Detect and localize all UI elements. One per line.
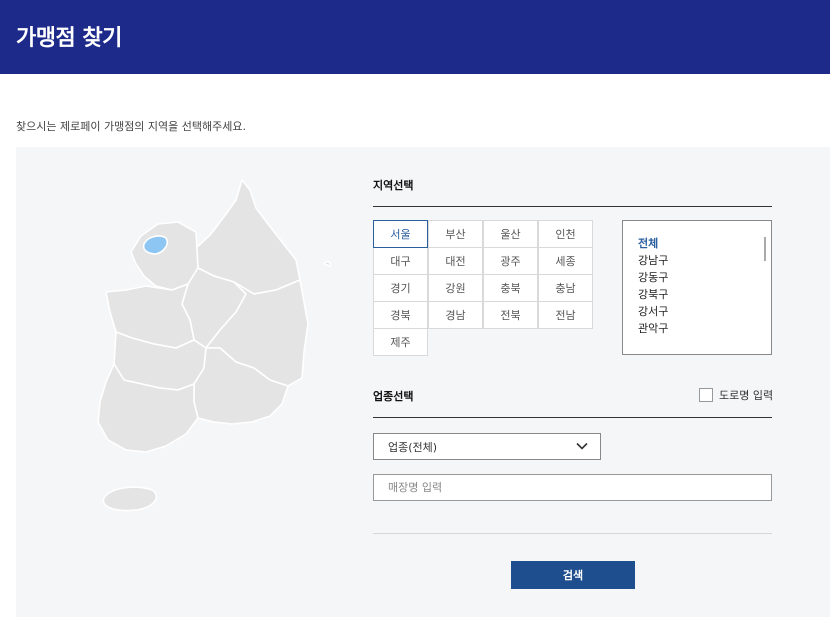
district-item-all[interactable]: 전체 bbox=[638, 235, 771, 252]
search-button[interactable]: 검색 bbox=[511, 561, 635, 589]
category-select-value: 업종(전체) bbox=[388, 440, 438, 454]
business-section-title: 업종선택 bbox=[373, 390, 414, 403]
page-header: 가맹점 찾기 bbox=[0, 0, 830, 74]
city-button-chungnam[interactable]: 충남 bbox=[538, 274, 593, 302]
search-panel: 지역선택 서울 부산 울산 인천 대구 대전 광주 세종 경기 강원 충북 충남… bbox=[16, 147, 830, 617]
region-divider bbox=[373, 206, 772, 207]
city-button-seoul[interactable]: 서울 bbox=[373, 220, 428, 248]
road-name-checkbox[interactable] bbox=[699, 388, 713, 402]
city-button-ulsan[interactable]: 울산 bbox=[483, 220, 538, 248]
district-list[interactable]: 전체 강남구 강동구 강북구 강서구 관악구 bbox=[622, 220, 772, 355]
city-button-daejeon[interactable]: 대전 bbox=[428, 247, 483, 275]
district-item-gwanak[interactable]: 관악구 bbox=[638, 320, 771, 337]
region-section-title: 지역선택 bbox=[373, 179, 414, 192]
map-region-gyeonggi bbox=[130, 221, 199, 291]
form-divider bbox=[373, 533, 772, 534]
chevron-down-icon bbox=[576, 442, 588, 450]
city-button-gyeongnam[interactable]: 경남 bbox=[428, 301, 483, 329]
city-button-sejong[interactable]: 세종 bbox=[538, 247, 593, 275]
city-button-gyeongbuk[interactable]: 경북 bbox=[373, 301, 428, 329]
city-button-incheon[interactable]: 인천 bbox=[538, 220, 593, 248]
map-region-ulleung bbox=[323, 261, 332, 267]
district-item-gangnam[interactable]: 강남구 bbox=[638, 252, 771, 269]
district-item-gangbuk[interactable]: 강북구 bbox=[638, 286, 771, 303]
city-button-busan[interactable]: 부산 bbox=[428, 220, 483, 248]
city-button-gangwon[interactable]: 강원 bbox=[428, 274, 483, 302]
district-item-gangseo[interactable]: 강서구 bbox=[638, 303, 771, 320]
road-name-label: 도로명 입력 bbox=[719, 389, 774, 402]
business-divider bbox=[373, 417, 772, 418]
intro-text: 찾으시는 제로페이 가맹점의 지역을 선택해주세요. bbox=[16, 120, 247, 133]
page-title: 가맹점 찾기 bbox=[16, 26, 122, 51]
city-button-gyeonggi[interactable]: 경기 bbox=[373, 274, 428, 302]
category-select[interactable]: 업종(전체) bbox=[373, 433, 601, 460]
city-button-jeju[interactable]: 제주 bbox=[373, 328, 428, 356]
korea-map[interactable] bbox=[86, 172, 336, 532]
city-button-chungbuk[interactable]: 충북 bbox=[483, 274, 538, 302]
city-button-jeonnam[interactable]: 전남 bbox=[538, 301, 593, 329]
map-region-jeju bbox=[102, 486, 158, 512]
district-scrollbar[interactable] bbox=[764, 237, 766, 261]
city-button-jeonbuk[interactable]: 전북 bbox=[483, 301, 538, 329]
city-button-gwangju[interactable]: 광주 bbox=[483, 247, 538, 275]
store-name-input[interactable] bbox=[373, 474, 772, 501]
road-name-toggle[interactable]: 도로명 입력 bbox=[699, 387, 773, 403]
city-button-daegu[interactable]: 대구 bbox=[373, 247, 428, 275]
district-item-gangdong[interactable]: 강동구 bbox=[638, 269, 771, 286]
